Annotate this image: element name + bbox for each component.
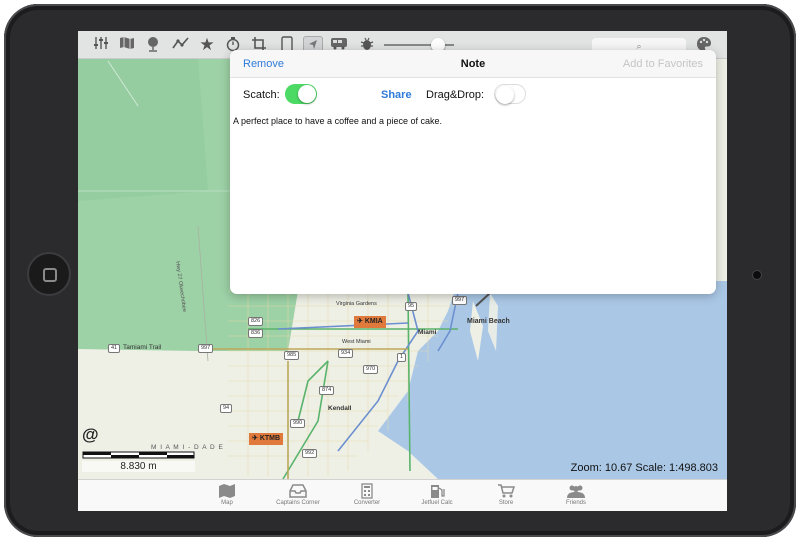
star-icon[interactable]: ★	[197, 36, 217, 54]
route-shield: 992	[302, 449, 318, 458]
tab-store[interactable]: Store	[466, 480, 546, 511]
route-shield: 997	[198, 344, 214, 353]
map-icon[interactable]	[117, 36, 137, 54]
tab-label: Store	[498, 500, 514, 506]
map-label-tamiami: Tamiami Trail	[123, 344, 162, 351]
home-button[interactable]	[27, 252, 71, 296]
home-square-icon	[43, 268, 57, 282]
map-label-west-miami: West Miami	[342, 339, 371, 345]
route-shield: 970	[363, 365, 379, 374]
attribution-icon[interactable]: @	[82, 425, 99, 445]
cart-icon	[498, 484, 516, 498]
route-shield: 41	[108, 344, 121, 353]
tab-jetfuel-calc[interactable]: Jetfuel Calc	[397, 480, 477, 511]
friends-icon	[567, 485, 585, 498]
app-screen: Miami Beach Miami Kendall Tamiami Trail …	[78, 31, 727, 511]
calculator-icon	[361, 483, 373, 499]
map-label-miami-beach: Miami Beach	[467, 318, 510, 325]
add-to-favorites-button[interactable]: Add to Favorites	[623, 58, 703, 70]
dragdrop-toggle[interactable]	[494, 84, 526, 104]
tab-map[interactable]: Map	[187, 480, 267, 511]
zoom-scale-status: Zoom: 10.67 Scale: 1:498.803	[570, 462, 718, 474]
globe-icon[interactable]	[143, 36, 163, 54]
airport-label-kmia: KMIA	[364, 318, 383, 325]
toggle-knob	[298, 85, 316, 103]
tab-label: Friends	[565, 500, 586, 506]
tab-captains-corner[interactable]: Captains Corner	[258, 480, 338, 511]
route-shield: 1	[397, 353, 407, 362]
route-shield: 836	[248, 329, 264, 338]
airport-label-ktmb: KTMB	[259, 435, 281, 442]
tab-converter[interactable]: Converter	[327, 480, 407, 511]
scatch-toggle[interactable]	[285, 84, 317, 104]
map-label-county: M I A M I - D A D E	[151, 444, 224, 451]
route-shield: 874	[319, 386, 335, 395]
map-label-miami: Miami	[418, 329, 437, 336]
map-icon	[219, 484, 235, 498]
note-text-area[interactable]: A perfect place to have a coffee and a p…	[233, 116, 442, 126]
share-button[interactable]: Share	[381, 89, 412, 101]
tab-friends[interactable]: Friends	[536, 480, 616, 511]
tab-label: Converter	[353, 500, 381, 506]
route-shield: 934	[338, 349, 354, 358]
route-shield: 826	[248, 317, 264, 326]
dragdrop-label: Drag&Drop:	[426, 89, 485, 101]
bottom-tab-bar: Map Captains Corner Converter Jetfuel Ca…	[78, 479, 727, 511]
note-panel: Remove Note Add to Favorites Scatch: Sha…	[230, 50, 716, 294]
route-shield: 990	[290, 419, 306, 428]
airport-marker-ktmb[interactable]: ✈ KTMB	[249, 433, 284, 445]
airport-marker-kmia[interactable]: ✈ KMIA	[354, 316, 386, 328]
note-header: Remove Note Add to Favorites	[230, 50, 716, 78]
map-label-kendall: Kendall	[328, 405, 352, 412]
route-shield: 94	[220, 404, 233, 413]
route-shield: 985	[284, 351, 300, 360]
scatch-label: Scatch:	[243, 89, 280, 101]
tab-label: Map	[221, 500, 233, 506]
route-shield: 997	[452, 296, 468, 305]
sliders-icon[interactable]	[91, 36, 111, 54]
tab-label: Jetfuel Calc	[421, 500, 453, 506]
route-shield: 95	[405, 302, 418, 311]
tab-label: Captains Corner	[276, 500, 320, 506]
map-label-virginia-gardens: Virginia Gardens	[336, 301, 377, 307]
scale-label: 8.830 m	[82, 461, 195, 472]
fuel-pump-icon	[431, 485, 445, 498]
tray-icon	[289, 484, 307, 498]
toggle-knob	[496, 86, 514, 104]
camera-lens	[752, 270, 762, 280]
route-icon[interactable]	[171, 36, 191, 54]
